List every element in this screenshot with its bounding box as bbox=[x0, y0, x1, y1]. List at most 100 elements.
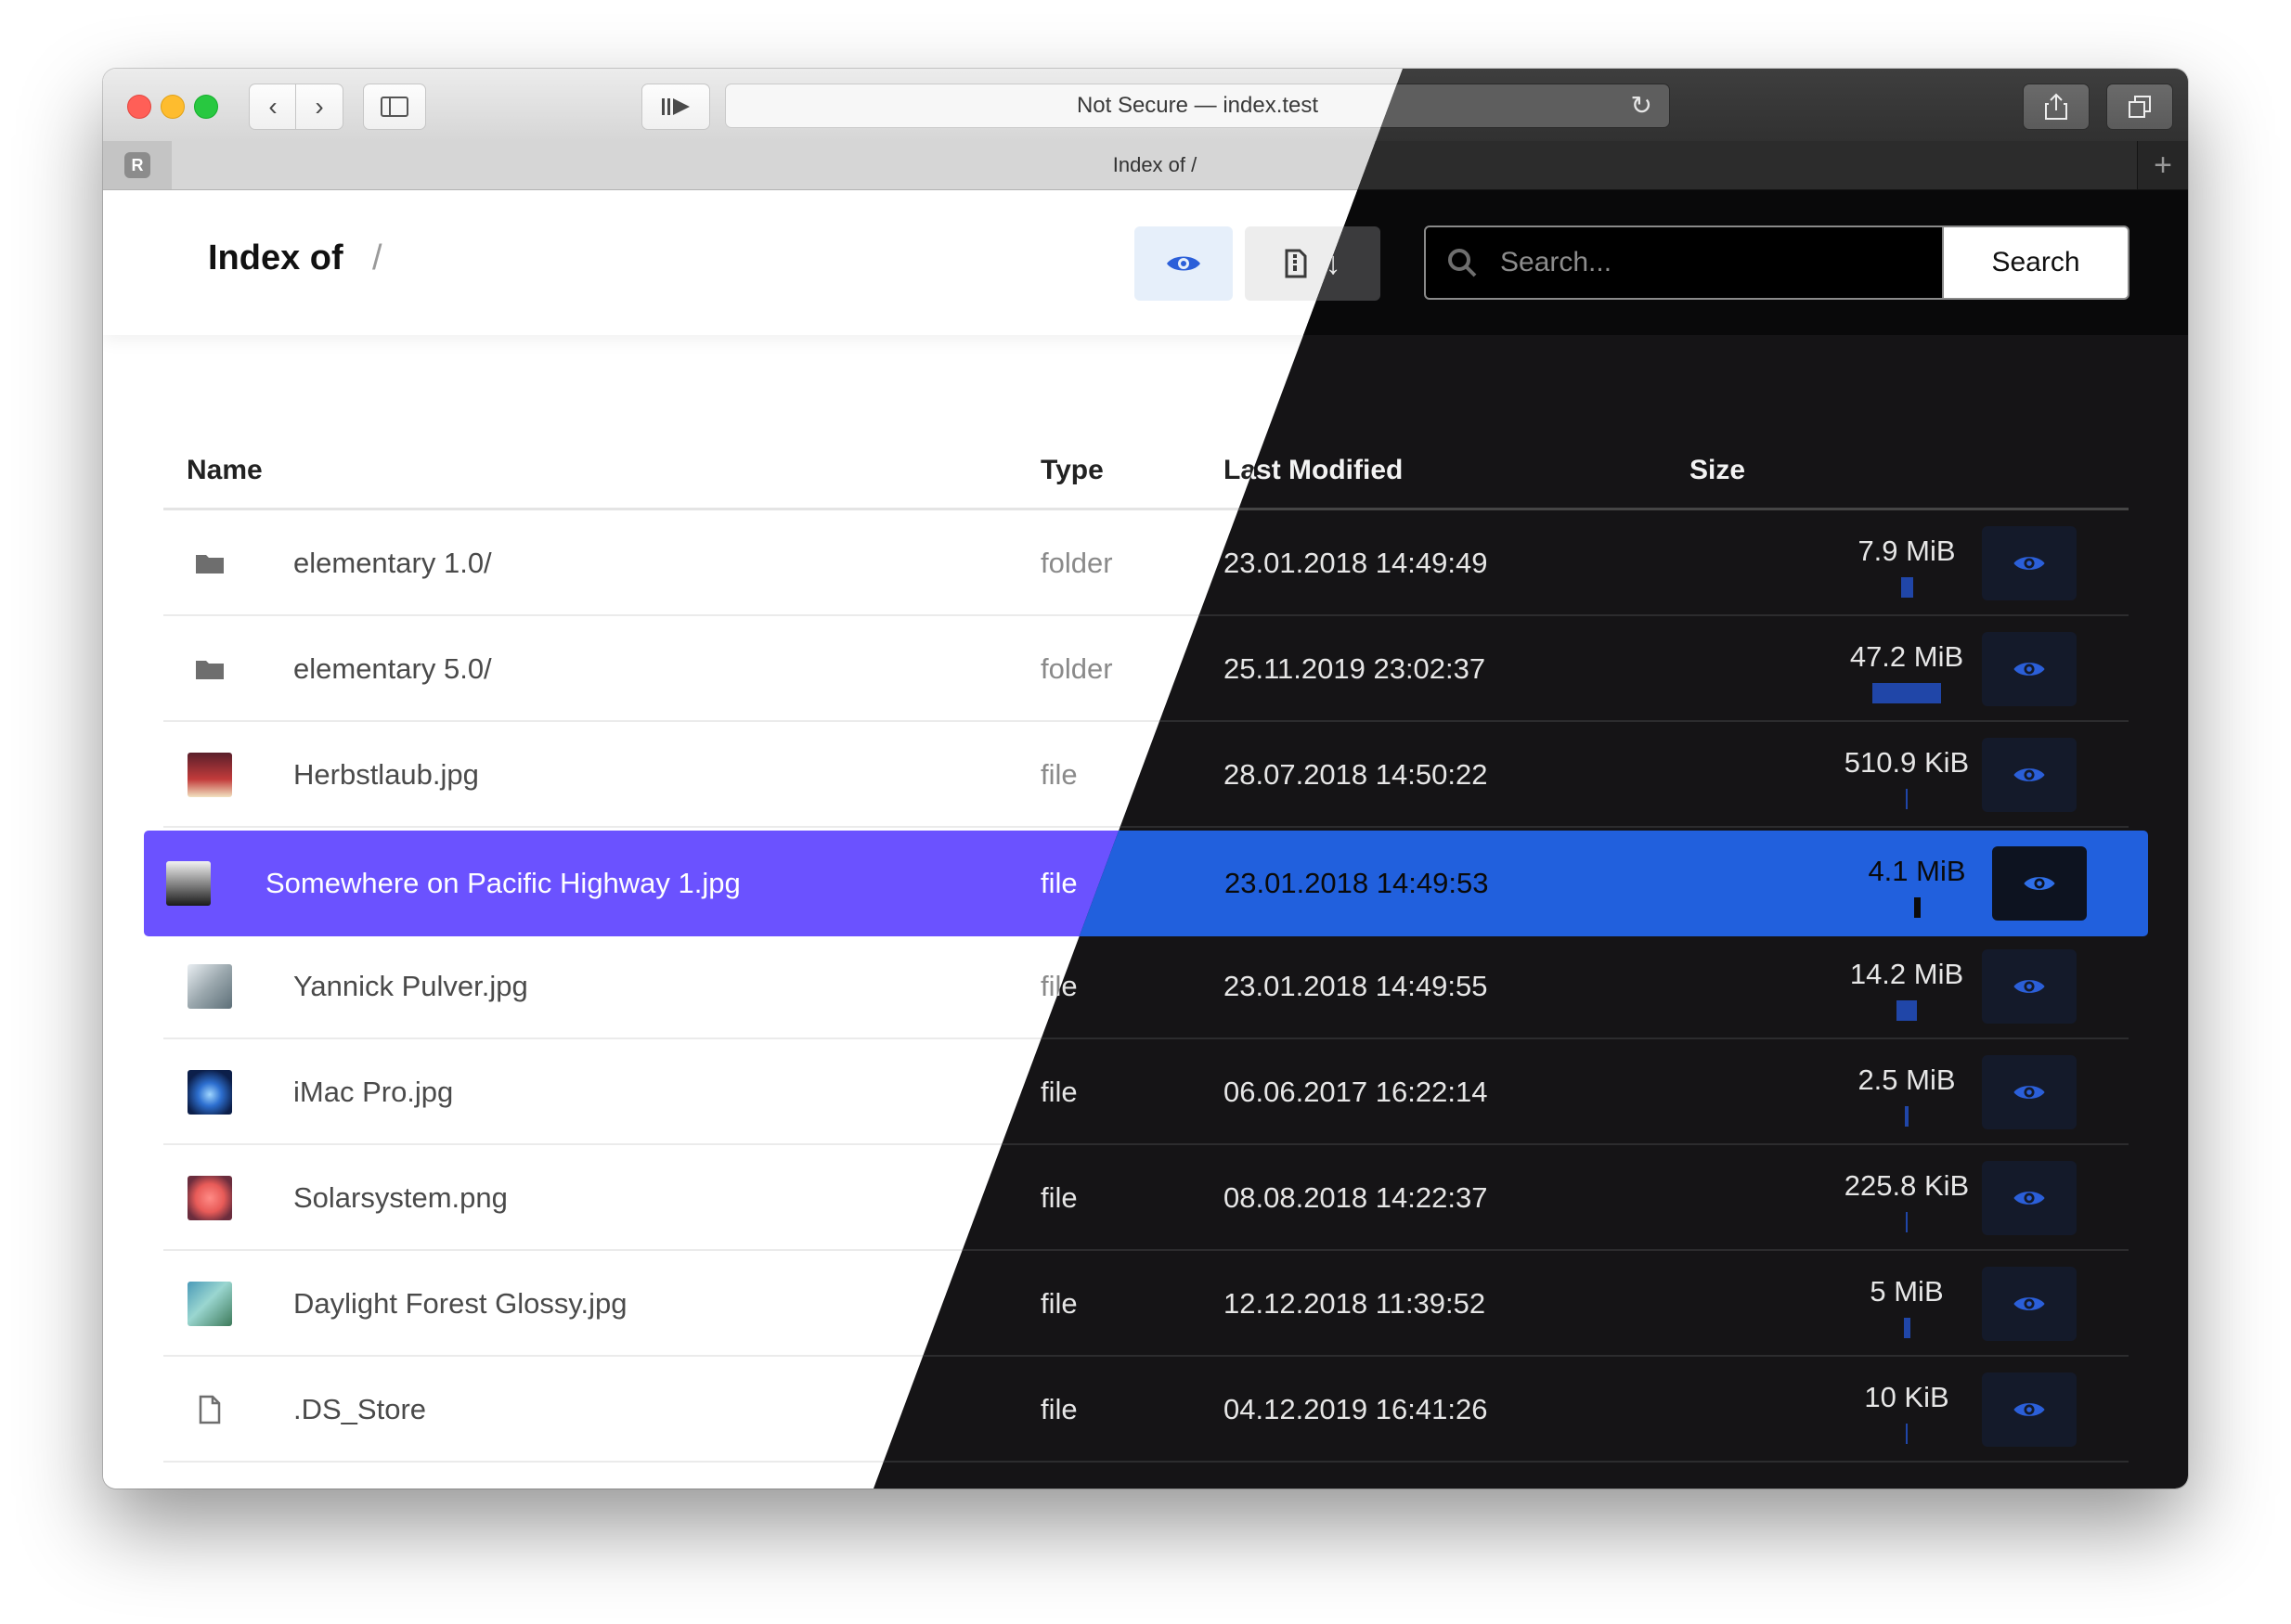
preview-file-button[interactable] bbox=[1982, 1267, 2077, 1341]
file-modified: 28.07.2018 14:50:22 bbox=[1223, 758, 1488, 791]
file-modified: 08.08.2018 14:22:37 bbox=[1223, 1181, 1488, 1214]
eye-icon bbox=[2013, 1192, 2045, 1205]
eye-icon bbox=[2024, 877, 2055, 890]
search-button-dark[interactable]: Search bbox=[1944, 226, 2129, 300]
preview-file-button[interactable] bbox=[1992, 846, 2087, 921]
image-thumbnail bbox=[166, 861, 211, 906]
eye-icon bbox=[2013, 1297, 2045, 1310]
chevron-left-icon: ‹ bbox=[268, 92, 278, 121]
row-icon-cell bbox=[163, 934, 256, 1039]
search-icon-dark bbox=[1448, 249, 1477, 277]
new-tab-button-dark[interactable]: + bbox=[2137, 141, 2188, 189]
tabs-overview-button-dark[interactable] bbox=[2106, 84, 2173, 130]
image-thumbnail bbox=[188, 1282, 232, 1326]
size-bar bbox=[1906, 1424, 1908, 1444]
gallery-preview-button[interactable] bbox=[1134, 226, 1233, 301]
row-icon-cell bbox=[163, 1251, 256, 1357]
share-icon-dark bbox=[2045, 93, 2067, 120]
row-icon-cell bbox=[163, 616, 256, 722]
size-bar bbox=[1900, 577, 1913, 598]
search-input-dark[interactable] bbox=[1498, 246, 1942, 279]
tab-title: Index of / bbox=[1112, 153, 1197, 176]
size-bar bbox=[1903, 1318, 1910, 1338]
tabs-icon-dark bbox=[2129, 96, 2151, 118]
file-type: file bbox=[1041, 1393, 1078, 1425]
file-type: file bbox=[1041, 1181, 1078, 1214]
preview-file-button[interactable] bbox=[1982, 632, 2077, 706]
file-modified: 23.01.2018 14:49:53 bbox=[1224, 867, 1489, 899]
address-text: Not Secure — index.test bbox=[1076, 93, 1319, 118]
preview-file-button[interactable] bbox=[1982, 526, 2077, 600]
row-action-cell bbox=[1930, 616, 2129, 722]
row-action-cell bbox=[1930, 1145, 2129, 1251]
eye-icon bbox=[2013, 663, 2045, 676]
close-window-button[interactable] bbox=[127, 95, 151, 119]
row-icon-cell bbox=[163, 1357, 256, 1463]
reader-button[interactable] bbox=[641, 84, 710, 130]
row-icon-cell bbox=[163, 1039, 256, 1145]
sidebar-icon bbox=[381, 97, 408, 117]
eye-icon bbox=[2013, 1403, 2045, 1416]
preview-file-button[interactable] bbox=[1982, 1161, 2077, 1235]
row-icon-cell bbox=[163, 1145, 256, 1251]
plus-icon-dark: + bbox=[2154, 147, 2172, 183]
column-header-size-dark[interactable]: Size bbox=[1689, 455, 1745, 486]
file-name[interactable]: elementary 1.0/ bbox=[293, 510, 980, 616]
row-action-cell bbox=[1930, 510, 2129, 616]
file-name[interactable]: iMac Pro.jpg bbox=[293, 1039, 980, 1145]
eye-icon bbox=[2013, 768, 2045, 781]
file-name[interactable]: .DS_Store bbox=[293, 1357, 980, 1463]
sidebar-toggle-button[interactable] bbox=[363, 84, 426, 130]
image-thumbnail bbox=[188, 753, 232, 797]
row-action-cell bbox=[1931, 831, 2148, 936]
file-name[interactable]: Somewhere on Pacific Highway 1.jpg bbox=[265, 831, 952, 936]
minimize-window-button[interactable] bbox=[161, 95, 185, 119]
column-header-type[interactable]: Type bbox=[1041, 455, 1104, 486]
column-header-name[interactable]: Name bbox=[187, 455, 263, 486]
size-bar bbox=[1906, 789, 1908, 809]
file-type: folder bbox=[1041, 547, 1113, 579]
folder-icon bbox=[196, 661, 224, 679]
file-name[interactable]: Yannick Pulver.jpg bbox=[293, 934, 980, 1039]
maximize-window-button[interactable] bbox=[194, 95, 218, 119]
row-action-cell bbox=[1930, 1357, 2129, 1463]
file-name[interactable]: Herbstlaub.jpg bbox=[293, 722, 980, 828]
folder-icon bbox=[196, 555, 224, 574]
reload-icon-dark[interactable]: ↻ bbox=[1631, 93, 1652, 119]
size-bar bbox=[1913, 897, 1921, 918]
preview-file-button[interactable] bbox=[1982, 1373, 2077, 1447]
zip-file-icon bbox=[1285, 249, 1306, 278]
preview-file-button[interactable] bbox=[1982, 949, 2077, 1024]
preview-file-button[interactable] bbox=[1982, 1055, 2077, 1129]
file-modified: 12.12.2018 11:39:52 bbox=[1223, 1287, 1486, 1320]
page-title: Index of bbox=[208, 238, 343, 277]
row-icon-cell bbox=[163, 722, 256, 828]
reader-icon bbox=[662, 98, 690, 115]
chevron-right-icon: › bbox=[315, 92, 324, 121]
size-bar bbox=[1906, 1212, 1908, 1232]
breadcrumb[interactable]: / bbox=[372, 238, 382, 278]
file-name[interactable]: Solarsystem.png bbox=[293, 1145, 980, 1251]
back-button[interactable]: ‹ bbox=[249, 84, 297, 130]
size-bar bbox=[1896, 1000, 1917, 1021]
row-icon-cell bbox=[144, 831, 233, 936]
file-modified: 23.01.2018 14:49:55 bbox=[1223, 970, 1488, 1002]
eye-icon bbox=[2013, 1086, 2045, 1099]
row-action-cell bbox=[1930, 934, 2129, 1039]
file-modified: 04.12.2019 16:41:26 bbox=[1223, 1393, 1488, 1425]
file-name[interactable]: Daylight Forest Glossy.jpg bbox=[293, 1251, 980, 1357]
file-name[interactable]: elementary 5.0/ bbox=[293, 616, 980, 722]
browser-window: ‹ › Not Secure — index.test ↻ R Index of… bbox=[103, 69, 2188, 1489]
eye-icon bbox=[2013, 557, 2045, 570]
forward-button[interactable]: › bbox=[295, 84, 343, 130]
eye-icon bbox=[2013, 980, 2045, 993]
preview-file-button[interactable] bbox=[1982, 738, 2077, 812]
row-action-cell bbox=[1930, 1039, 2129, 1145]
share-button-dark[interactable] bbox=[2023, 84, 2090, 130]
eye-icon bbox=[1167, 256, 1200, 271]
pinned-tab[interactable]: R bbox=[103, 141, 173, 189]
pinned-tab-label: R bbox=[124, 152, 150, 178]
image-thumbnail bbox=[188, 1070, 232, 1115]
file-modified: 23.01.2018 14:49:49 bbox=[1223, 547, 1488, 579]
size-bar bbox=[1905, 1106, 1909, 1127]
